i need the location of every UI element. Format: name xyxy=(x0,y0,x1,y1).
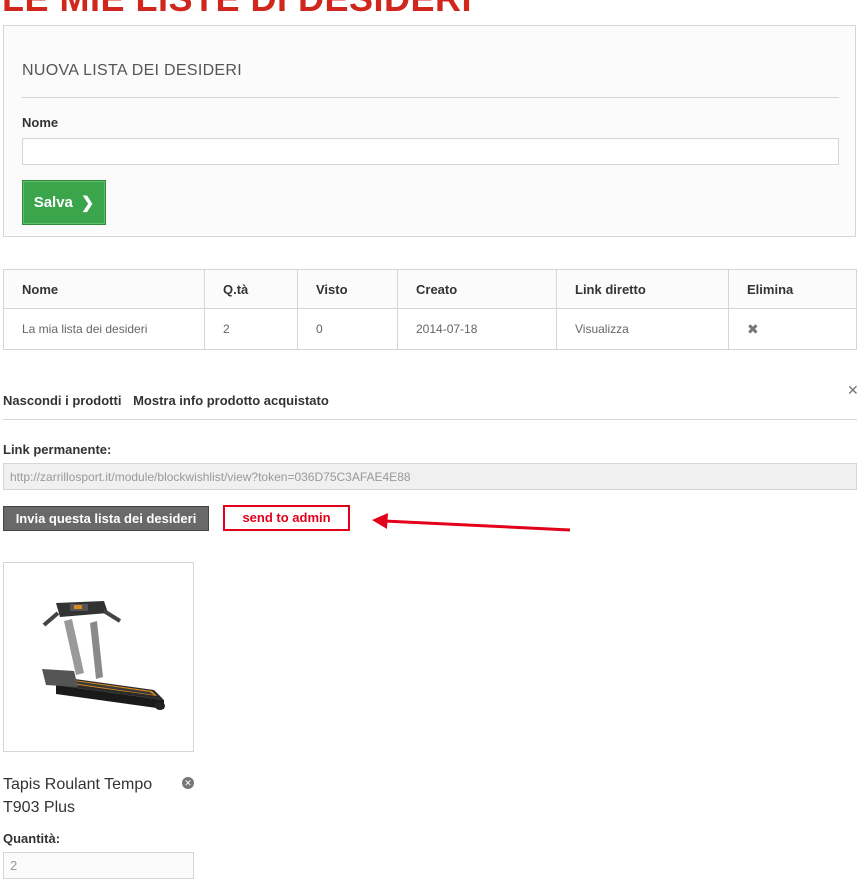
close-icon[interactable]: ✕ xyxy=(847,382,859,399)
wishlist-created: 2014-07-18 xyxy=(397,308,557,350)
remove-circle-icon[interactable]: ✕ xyxy=(182,777,194,789)
new-wishlist-heading: NUOVA LISTA DEI DESIDERI xyxy=(22,62,242,79)
treadmill-image xyxy=(42,601,165,710)
wishlists-table: Nome Q.tà Visto Creato Link diretto Elim… xyxy=(3,269,857,350)
quantity-label: Quantità: xyxy=(3,831,61,846)
quantity-input[interactable] xyxy=(3,852,194,879)
chevron-right-icon: ❯ xyxy=(80,194,95,212)
wishlist-name-link[interactable]: La mia lista dei desideri xyxy=(3,308,205,350)
annotation-arrow xyxy=(372,513,571,532)
wishlist-view-link[interactable]: Visualizza xyxy=(556,308,729,350)
wishlist-viewed: 0 xyxy=(297,308,398,350)
page-title: LE MIE LISTE DI DESIDERI xyxy=(2,0,472,20)
wishlist-name-input[interactable] xyxy=(22,138,839,165)
col-header-created: Creato xyxy=(397,269,557,309)
col-header-qty: Q.tà xyxy=(204,269,298,309)
col-header-viewed: Visto xyxy=(297,269,398,309)
permalink-input[interactable] xyxy=(3,463,857,490)
table-header-row: Nome Q.tà Visto Creato Link diretto Elim… xyxy=(3,269,857,309)
divider xyxy=(3,419,857,420)
delete-x-icon[interactable]: ✖ xyxy=(728,308,857,350)
annotation-box: send to admin xyxy=(223,505,350,531)
col-header-name: Nome xyxy=(3,269,205,309)
new-wishlist-panel: NUOVA LISTA DEI DESIDERI Nome Salva ❯ xyxy=(3,25,856,237)
send-wishlist-button[interactable]: Invia questa lista dei desideri xyxy=(3,506,209,531)
hide-products-link[interactable]: Nascondi i prodotti xyxy=(3,393,121,408)
table-row: La mia lista dei desideri 2 0 2014-07-18… xyxy=(3,308,857,350)
col-header-link: Link diretto xyxy=(556,269,729,309)
col-header-delete: Elimina xyxy=(728,269,857,309)
product-name[interactable]: Tapis Roulant Tempo T903 Plus xyxy=(3,773,173,819)
wishlist-toggle-bar: Nascondi i prodotti Mostra info prodotto… xyxy=(3,393,337,408)
save-button[interactable]: Salva ❯ xyxy=(22,180,106,225)
product-image[interactable] xyxy=(3,562,194,752)
name-label: Nome xyxy=(22,115,59,130)
divider xyxy=(22,97,839,98)
save-button-label: Salva xyxy=(33,194,73,211)
wishlist-qty: 2 xyxy=(204,308,298,350)
show-bought-info-link[interactable]: Mostra info prodotto acquistato xyxy=(133,393,329,408)
permalink-label: Link permanente: xyxy=(3,442,112,457)
